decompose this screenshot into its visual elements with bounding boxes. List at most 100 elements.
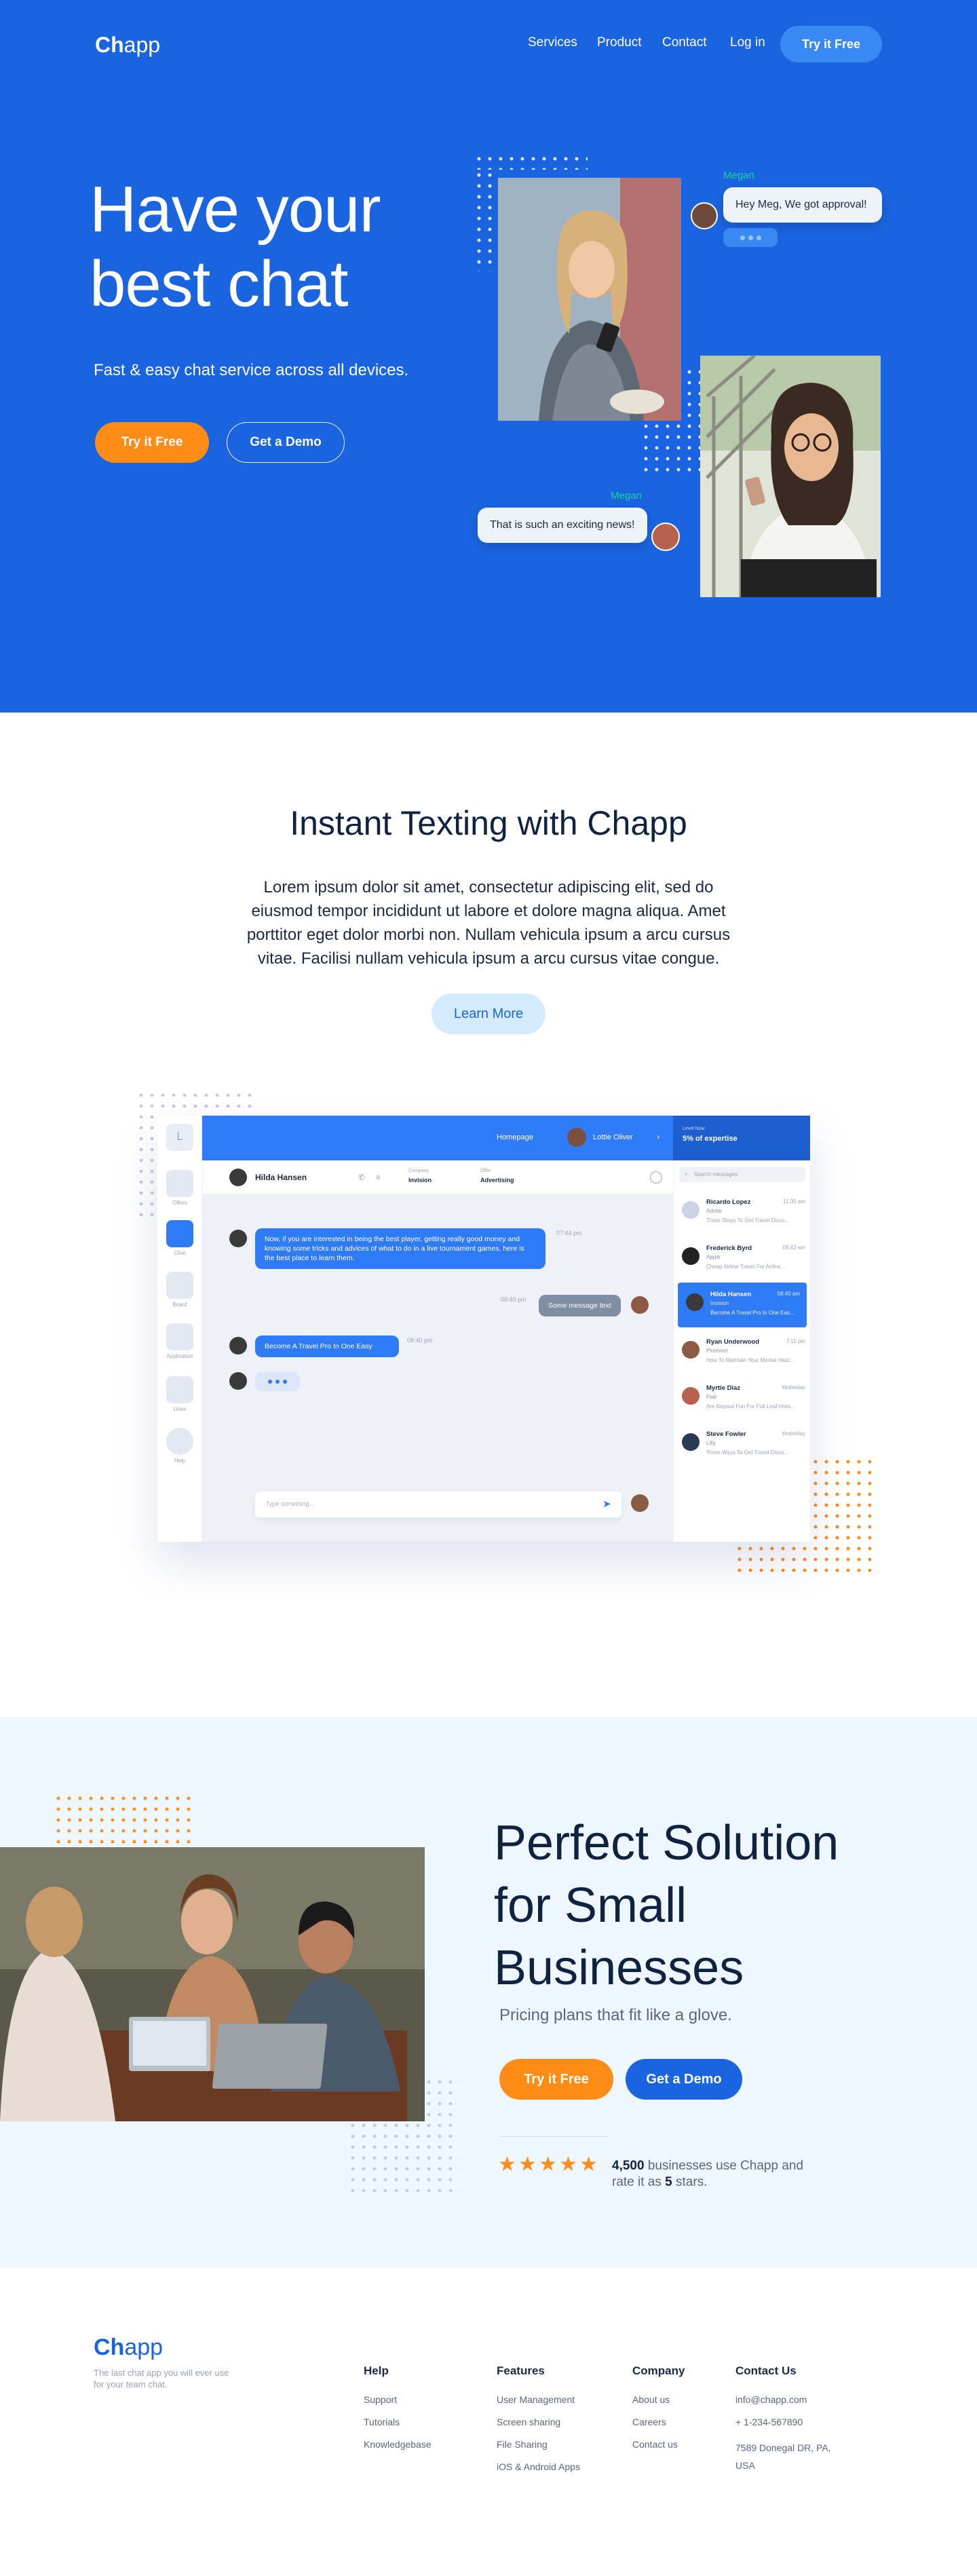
app-sidebar: L Offers Chat Board Application Lines He… <box>157 1116 202 1542</box>
footer-link-contact[interactable]: Contact us <box>632 2439 678 2450</box>
message-bubble-1: Now, if you are interested in being the … <box>255 1228 545 1269</box>
contact-time: 11:30 am <box>783 1198 805 1205</box>
level-panel: Level Now 5% of expertise <box>673 1116 810 1160</box>
hero-title-line1: Have your <box>90 173 381 246</box>
lines-icon[interactable] <box>166 1376 193 1403</box>
footer-link-mobile-apps[interactable]: iOS & Android Apps <box>497 2461 580 2472</box>
nav-login[interactable]: Log in <box>730 35 765 50</box>
sidebar-label-board: Board <box>172 1302 187 1308</box>
hero-subtitle: Fast & easy chat service across all devi… <box>94 361 409 379</box>
footer-link-file-sharing[interactable]: File Sharing <box>497 2439 548 2450</box>
footer-link-careers[interactable]: Careers <box>632 2417 666 2427</box>
star-icon: ★ <box>539 2153 557 2176</box>
contact-time: 09:42 am <box>782 1245 805 1251</box>
contact-time: Yesterday <box>781 1384 805 1390</box>
footer-logo[interactable]: Chapp <box>94 2334 163 2361</box>
footer-address: 7589 Donegal DR, PA, USA <box>735 2442 831 2471</box>
solution-try-free-button[interactable]: Try it Free <box>499 2059 613 2100</box>
offer-label: Offer <box>480 1169 491 1173</box>
help-icon[interactable] <box>166 1428 193 1455</box>
application-icon[interactable] <box>166 1323 193 1350</box>
solution-title-line2: for Small <box>494 1878 687 1933</box>
learn-more-button[interactable]: Learn More <box>432 993 545 1034</box>
contacts-search-input[interactable]: ⌕ Search messages <box>679 1167 805 1182</box>
message-input[interactable]: Type something... ➤ <box>255 1492 621 1517</box>
contact-avatar <box>686 1293 704 1311</box>
chat-name-megan-1: Megan <box>723 170 754 181</box>
contact-preview: Are Bayous Fun For Full Leaf Imes... <box>706 1403 793 1409</box>
chat-contact-name: Hilda Hansen <box>255 1173 307 1182</box>
solution-title-line3: Businesses <box>494 1941 744 1995</box>
dot-pattern <box>53 1793 193 1849</box>
contact-preview: Three Ways To Get Travel Disco... <box>706 1450 789 1456</box>
rating-text-part: rate it as <box>612 2175 666 2189</box>
sidebar-label-application: Application <box>166 1353 193 1359</box>
divider <box>499 2136 609 2137</box>
topbar-avatar[interactable] <box>567 1128 586 1147</box>
board-icon[interactable] <box>166 1272 193 1299</box>
chat-bubble-exciting: That is such an exciting news! <box>478 508 647 543</box>
contact-item-active[interactable]: Hilda Hansen Invision Become A Travel Pro … <box>678 1283 807 1327</box>
nav-contact[interactable]: Contact <box>662 35 706 50</box>
nav-services[interactable]: Services <box>528 35 577 50</box>
menu-icon[interactable]: ≡ <box>376 1173 381 1182</box>
logo[interactable]: Chapp <box>95 33 160 58</box>
star-icon: ★ <box>498 2153 516 2176</box>
topbar-homepage-link[interactable]: Homepage <box>497 1133 533 1141</box>
footer-heading-contact: Contact Us <box>735 2364 797 2377</box>
footer-link-about[interactable]: About us <box>632 2394 670 2405</box>
contact-avatar <box>682 1247 700 1265</box>
close-icon[interactable] <box>650 1171 662 1183</box>
user-initial-icon[interactable]: L <box>166 1124 193 1151</box>
topbar-username[interactable]: Lottie Oliver <box>593 1133 633 1141</box>
contact-role: Pinterest <box>706 1348 728 1354</box>
message-bubble-3: Become A Travel Pro In One Easy <box>255 1336 399 1357</box>
footer-email[interactable]: info@chapp.com <box>735 2394 807 2405</box>
solution-subtitle: Pricing plans that fit like a glove. <box>499 2006 732 2024</box>
footer-link-knowledgebase[interactable]: Knowledgebase <box>364 2439 432 2450</box>
woman-illustration <box>498 178 681 421</box>
footer-link-screen-sharing[interactable]: Screen sharing <box>497 2417 560 2427</box>
hero-try-free-button[interactable]: Try it Free <box>95 422 209 463</box>
rating-text-part: businesses use Chapp and <box>644 2159 804 2173</box>
contact-role: Adobe <box>706 1208 723 1214</box>
nav-product[interactable]: Product <box>597 35 641 50</box>
contact-item[interactable]: Ricardo Lopez Adobe Three Steps To Get Tra… <box>674 1190 812 1235</box>
typing-indicator <box>723 228 778 247</box>
chevron-right-icon[interactable]: › <box>657 1132 659 1141</box>
hero-demo-button[interactable]: Get a Demo <box>227 422 345 463</box>
contacts-panel: ⌕ Search messages Ricardo Lopez Adobe Thre… <box>673 1160 810 1542</box>
own-avatar <box>631 1296 649 1314</box>
avatar-man <box>691 202 718 229</box>
contact-preview: Become A Travel Pro In One Eas... <box>710 1310 794 1316</box>
dot-pattern <box>474 170 494 271</box>
footer-link-support[interactable]: Support <box>364 2394 397 2405</box>
message-time-2: 08:40 pm <box>501 1296 526 1303</box>
team-illustration <box>0 1847 425 2121</box>
contact-item[interactable]: Ryan Underwood Pinterest How To Maintain Y… <box>674 1330 812 1375</box>
contact-item[interactable]: Frederick Byrd Apple Cheap Airline Travel … <box>674 1236 812 1281</box>
chat-icon[interactable] <box>166 1220 193 1247</box>
sidebar-label-help: Help <box>174 1458 186 1464</box>
send-icon[interactable]: ➤ <box>602 1498 611 1510</box>
star-icon: ★ <box>518 2153 537 2176</box>
offers-icon[interactable] <box>166 1170 193 1197</box>
contact-preview: Cheap Airline Travel For Airline... <box>706 1264 786 1270</box>
rating-text: 4,500 businesses use Chapp and rate it a… <box>612 2158 803 2191</box>
header-try-free-button[interactable]: Try it Free <box>780 26 882 62</box>
contact-name: Hilda Hansen <box>710 1291 752 1298</box>
message-time-3: 08:40 pm <box>407 1337 433 1344</box>
contact-item[interactable]: Steve Fowler Lilly Three Ways To Get Trave… <box>674 1422 812 1467</box>
message-input-placeholder: Type something... <box>266 1500 315 1507</box>
footer-phone[interactable]: + 1-234-567890 <box>735 2417 803 2427</box>
contacts-search-placeholder: Search messages <box>694 1171 738 1177</box>
contact-item[interactable]: Myrtie Diaz Flair Are Bayous Fun For Full … <box>674 1376 812 1421</box>
footer-link-user-management[interactable]: User Management <box>497 2394 575 2405</box>
footer-link-tutorials[interactable]: Tutorials <box>364 2417 400 2427</box>
contact-role: Invision <box>710 1300 729 1306</box>
solution-demo-button[interactable]: Get a Demo <box>626 2059 742 2100</box>
contact-name: Ricardo Lopez <box>706 1198 751 1206</box>
phone-icon[interactable]: ✆ <box>358 1173 365 1182</box>
contact-preview: Three Steps To Get Travel Disco... <box>706 1217 790 1224</box>
footer-heading-features: Features <box>497 2364 545 2377</box>
